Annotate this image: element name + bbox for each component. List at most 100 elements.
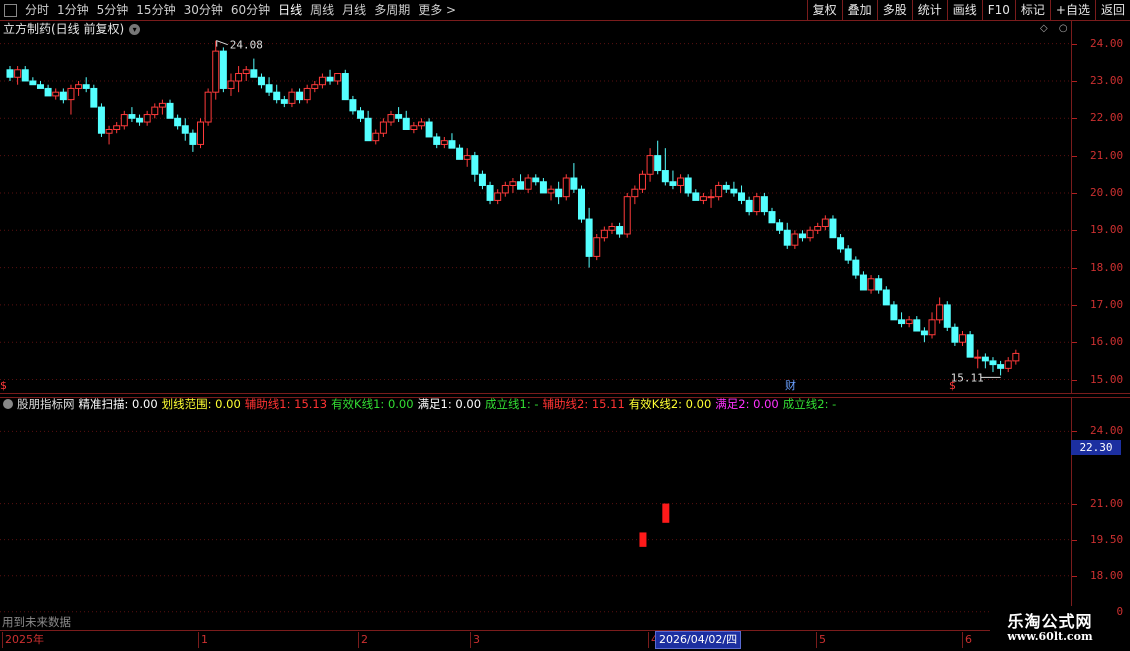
- indicator-tick-label: 18.00: [1090, 568, 1124, 582]
- overlay-button[interactable]: 叠加: [841, 0, 877, 20]
- tab-period-3[interactable]: 15分钟: [132, 0, 179, 20]
- candle-body: [997, 364, 1005, 369]
- candle-body: [67, 87, 75, 101]
- candle-body: [151, 106, 159, 116]
- candle-body: [623, 196, 631, 235]
- candle-body: [296, 91, 304, 101]
- tab-period-7[interactable]: 周线: [306, 0, 338, 20]
- candle-body: [837, 237, 845, 250]
- candle-body: [212, 50, 220, 93]
- indicator-chart[interactable]: [0, 397, 1071, 629]
- candle-body: [905, 319, 913, 325]
- candle-body: [699, 196, 707, 201]
- draw-line-button[interactable]: 画线: [946, 0, 982, 20]
- indicator-bar: [639, 532, 647, 547]
- back-button[interactable]: 返回: [1094, 0, 1130, 20]
- candle-body: [204, 91, 212, 123]
- candle-body: [578, 188, 585, 220]
- tab-period-more[interactable]: 更多 >: [414, 0, 460, 20]
- candle-body: [227, 80, 235, 89]
- s-marker-left: $: [0, 379, 7, 392]
- tab-period-6[interactable]: 日线: [274, 0, 306, 20]
- tab-period-2[interactable]: 5分钟: [93, 0, 133, 20]
- candle-body: [509, 181, 517, 186]
- candle-body: [75, 84, 83, 89]
- add-favorite-button[interactable]: +自选: [1049, 0, 1095, 20]
- indicator-axis-highlight: 22.30: [1071, 440, 1121, 455]
- candle-body: [859, 274, 867, 291]
- tab-period-8[interactable]: 月线: [338, 0, 370, 20]
- candle-body: [417, 121, 425, 127]
- candle-body: [174, 117, 182, 127]
- tab-period-5[interactable]: 60分钟: [227, 0, 274, 20]
- candle-body: [59, 91, 67, 101]
- candle-body: [36, 84, 44, 89]
- statistics-button[interactable]: 统计: [911, 0, 947, 20]
- price-tick-label: 17.00: [1090, 297, 1124, 311]
- candle-body: [357, 110, 365, 119]
- high-marker-line: [216, 39, 228, 47]
- window-toggle-icon[interactable]: [4, 3, 17, 17]
- candle-body: [280, 99, 288, 104]
- high-marker-label: 24.08: [230, 39, 263, 52]
- tab-period-9[interactable]: 多周期: [370, 0, 414, 20]
- candle-body: [753, 196, 761, 213]
- candle-body: [105, 128, 113, 134]
- candle-body: [684, 177, 692, 194]
- price-chart[interactable]: 24.0815.11$ $财: [0, 21, 1071, 393]
- date-axis-label: 3: [470, 632, 480, 648]
- s-marker-right: $: [949, 379, 956, 392]
- mark-button[interactable]: 标记: [1014, 0, 1050, 20]
- candle-body: [844, 248, 852, 261]
- date-axis-label: 2: [358, 632, 368, 648]
- candle-body: [52, 91, 60, 97]
- candle-body: [235, 73, 243, 82]
- candle-body: [341, 73, 349, 101]
- candle-body: [798, 233, 806, 239]
- candle-body: [273, 91, 281, 101]
- multi-stock-button[interactable]: 多股: [876, 0, 912, 20]
- candle-body: [120, 114, 128, 127]
- tab-period-0[interactable]: 分时: [21, 0, 53, 20]
- price-tick-label: 21.00: [1090, 148, 1124, 162]
- indicator-tick-label: 21.00: [1090, 496, 1124, 510]
- candle-body: [692, 192, 700, 201]
- candle-body: [768, 211, 776, 224]
- candle-body: [303, 87, 311, 101]
- candle-body: [318, 76, 326, 86]
- candle-body: [471, 155, 479, 175]
- candle-body: [6, 69, 14, 78]
- finance-marker: 财: [785, 378, 796, 392]
- candle-body: [852, 259, 860, 276]
- watermark: 乐淘公式网 www.60lt.com: [990, 606, 1116, 650]
- candle-body: [928, 319, 936, 336]
- candle-body: [814, 226, 822, 231]
- date-axis-label: 1: [198, 632, 208, 648]
- candle-body: [166, 102, 174, 119]
- candle-body: [395, 114, 403, 119]
- price-tick-label: 23.00: [1090, 73, 1124, 87]
- toolbar: 分时 1分钟 5分钟 15分钟 30分钟 60分钟 日线 周线 月线 多周期 更…: [0, 0, 1130, 21]
- candle-body: [143, 114, 151, 123]
- period-tabs: 分时 1分钟 5分钟 15分钟 30分钟 60分钟 日线 周线 月线 多周期 更…: [0, 0, 460, 20]
- tab-period-1[interactable]: 1分钟: [53, 0, 93, 20]
- tab-period-4[interactable]: 30分钟: [180, 0, 227, 20]
- candle-body: [29, 80, 37, 86]
- candle-body: [608, 226, 616, 231]
- candle-body: [654, 155, 662, 172]
- candle-body: [1012, 352, 1020, 362]
- candle-body: [433, 136, 441, 145]
- candle-body: [959, 334, 966, 343]
- candle-body: [219, 50, 227, 89]
- candle-body: [783, 229, 791, 246]
- candle-body: [364, 117, 372, 142]
- f10-button[interactable]: F10: [981, 0, 1015, 20]
- candle-body: [44, 87, 52, 97]
- candle-body: [677, 177, 685, 186]
- candle-body: [943, 304, 951, 328]
- fuquan-button[interactable]: 复权: [806, 0, 842, 20]
- candle-body: [570, 177, 578, 190]
- price-tick-label: 19.00: [1090, 223, 1124, 237]
- candle-body: [829, 218, 837, 239]
- candle-body: [21, 69, 29, 82]
